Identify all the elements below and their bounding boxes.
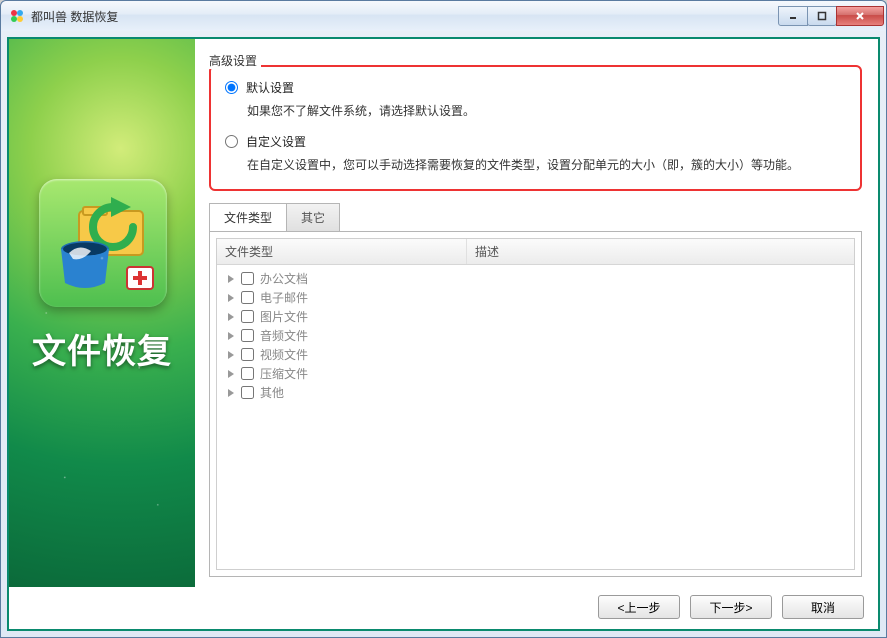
- tree-row[interactable]: 压缩文件: [217, 364, 854, 383]
- option-default-desc: 如果您不了解文件系统，请选择默认设置。: [247, 102, 846, 119]
- expand-icon[interactable]: [225, 368, 237, 380]
- tree-row[interactable]: 视频文件: [217, 345, 854, 364]
- expand-icon[interactable]: [225, 387, 237, 399]
- option-default-label: 默认设置: [246, 79, 294, 96]
- window-title: 都叫兽 数据恢复: [31, 8, 779, 25]
- tree-checkbox[interactable]: [241, 310, 254, 323]
- window-controls: [779, 6, 884, 26]
- app-icon: [9, 8, 25, 24]
- tab-other[interactable]: 其它: [286, 203, 340, 231]
- tree-body: 办公文档电子邮件图片文件音频文件视频文件压缩文件其他: [217, 265, 854, 406]
- tree-checkbox[interactable]: [241, 348, 254, 361]
- file-type-tree[interactable]: 文件类型 描述 办公文档电子邮件图片文件音频文件视频文件压缩文件其他: [216, 238, 855, 570]
- group-label: 高级设置: [209, 52, 261, 69]
- content-panel: 高级设置 默认设置 如果您不了解文件系统，请选择默认设置。 自定义设置 在自定义…: [195, 39, 878, 587]
- brand-panel: 文件恢复: [9, 39, 195, 587]
- expand-icon[interactable]: [225, 292, 237, 304]
- minimize-button[interactable]: [778, 6, 808, 26]
- tab-pane-file-type: 文件类型 描述 办公文档电子邮件图片文件音频文件视频文件压缩文件其他: [209, 231, 862, 577]
- expand-icon[interactable]: [225, 273, 237, 285]
- expand-icon[interactable]: [225, 349, 237, 361]
- next-button[interactable]: 下一步>: [690, 595, 772, 619]
- recovery-icon: [39, 179, 167, 307]
- expand-icon[interactable]: [225, 330, 237, 342]
- option-default[interactable]: 默认设置: [225, 79, 846, 96]
- brand-title: 文件恢复: [9, 324, 195, 373]
- tree-header: 文件类型 描述: [217, 239, 854, 265]
- tab-file-type[interactable]: 文件类型: [209, 203, 287, 231]
- tree-row[interactable]: 图片文件: [217, 307, 854, 326]
- expand-icon[interactable]: [225, 311, 237, 323]
- tree-row[interactable]: 办公文档: [217, 269, 854, 288]
- tree-item-label: 音频文件: [260, 327, 308, 344]
- tree-checkbox[interactable]: [241, 329, 254, 342]
- back-button[interactable]: <上一步: [598, 595, 680, 619]
- col-file-type[interactable]: 文件类型: [217, 239, 467, 264]
- option-custom-label: 自定义设置: [246, 133, 306, 150]
- wizard-footer: <上一步 下一步> 取消: [9, 587, 878, 629]
- tree-row[interactable]: 电子邮件: [217, 288, 854, 307]
- maximize-button[interactable]: [807, 6, 837, 26]
- tree-checkbox[interactable]: [241, 367, 254, 380]
- radio-default[interactable]: [225, 81, 238, 94]
- options-highlight: 默认设置 如果您不了解文件系统，请选择默认设置。 自定义设置 在自定义设置中，您…: [209, 65, 862, 191]
- titlebar[interactable]: 都叫兽 数据恢复: [1, 1, 886, 31]
- tree-item-label: 其他: [260, 384, 284, 401]
- tree-item-label: 视频文件: [260, 346, 308, 363]
- tree-item-label: 压缩文件: [260, 365, 308, 382]
- tree-item-label: 图片文件: [260, 308, 308, 325]
- tab-bar: 文件类型 其它: [209, 203, 862, 231]
- tree-row[interactable]: 其他: [217, 383, 854, 402]
- close-button[interactable]: [836, 6, 884, 26]
- app-window: 都叫兽 数据恢复: [0, 0, 887, 638]
- advanced-settings-group: 高级设置 默认设置 如果您不了解文件系统，请选择默认设置。 自定义设置 在自定义…: [209, 61, 862, 191]
- client-area: 文件恢复 高级设置 默认设置 如果您不了解文件系统，请选择默认设置。 自定义设置: [7, 37, 880, 631]
- tree-item-label: 办公文档: [260, 270, 308, 287]
- col-description[interactable]: 描述: [467, 239, 854, 264]
- tree-checkbox[interactable]: [241, 272, 254, 285]
- tree-row[interactable]: 音频文件: [217, 326, 854, 345]
- tree-checkbox[interactable]: [241, 291, 254, 304]
- option-custom-desc: 在自定义设置中，您可以手动选择需要恢复的文件类型，设置分配单元的大小（即，簇的大…: [247, 156, 846, 173]
- tree-checkbox[interactable]: [241, 386, 254, 399]
- option-custom[interactable]: 自定义设置: [225, 133, 846, 150]
- tree-item-label: 电子邮件: [260, 289, 308, 306]
- cancel-button[interactable]: 取消: [782, 595, 864, 619]
- radio-custom[interactable]: [225, 135, 238, 148]
